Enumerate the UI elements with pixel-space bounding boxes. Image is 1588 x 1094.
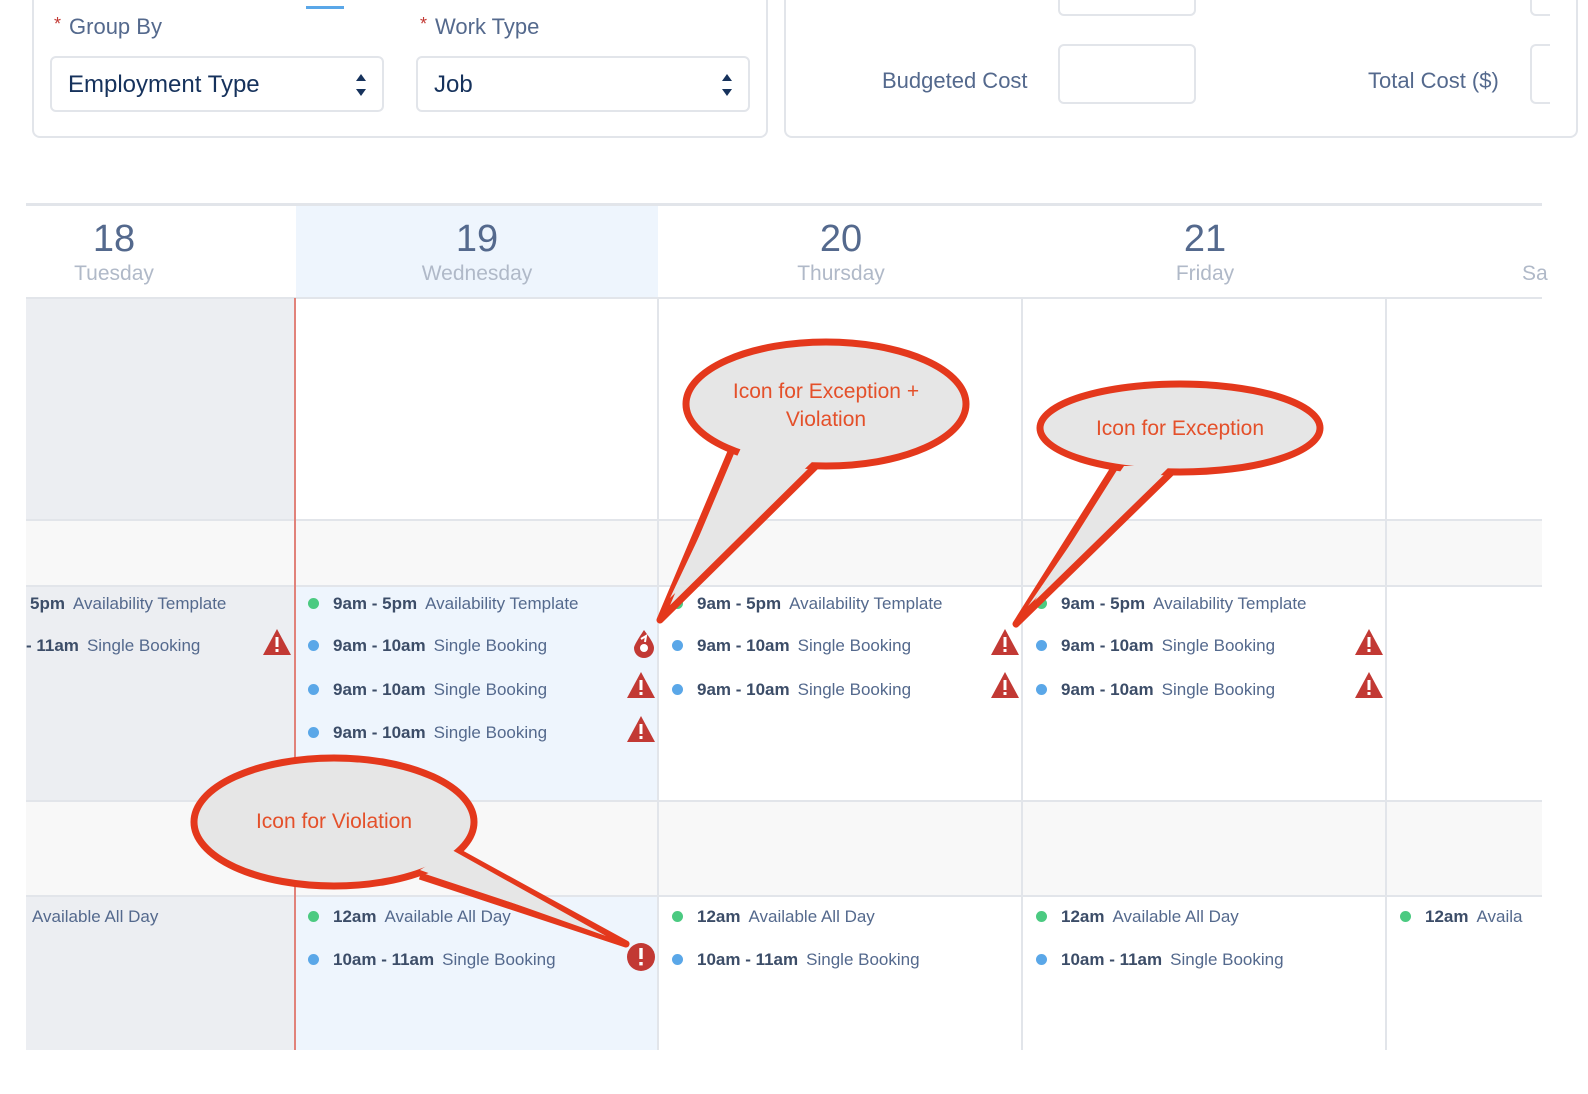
- callout-text-exception-violation: Icon for Exception + Violation: [732, 380, 920, 431]
- callout-text-violation: Icon for Violation: [255, 810, 413, 833]
- callout-violation: [190, 754, 630, 948]
- callout-text-exception: Icon for Exception: [1095, 417, 1265, 440]
